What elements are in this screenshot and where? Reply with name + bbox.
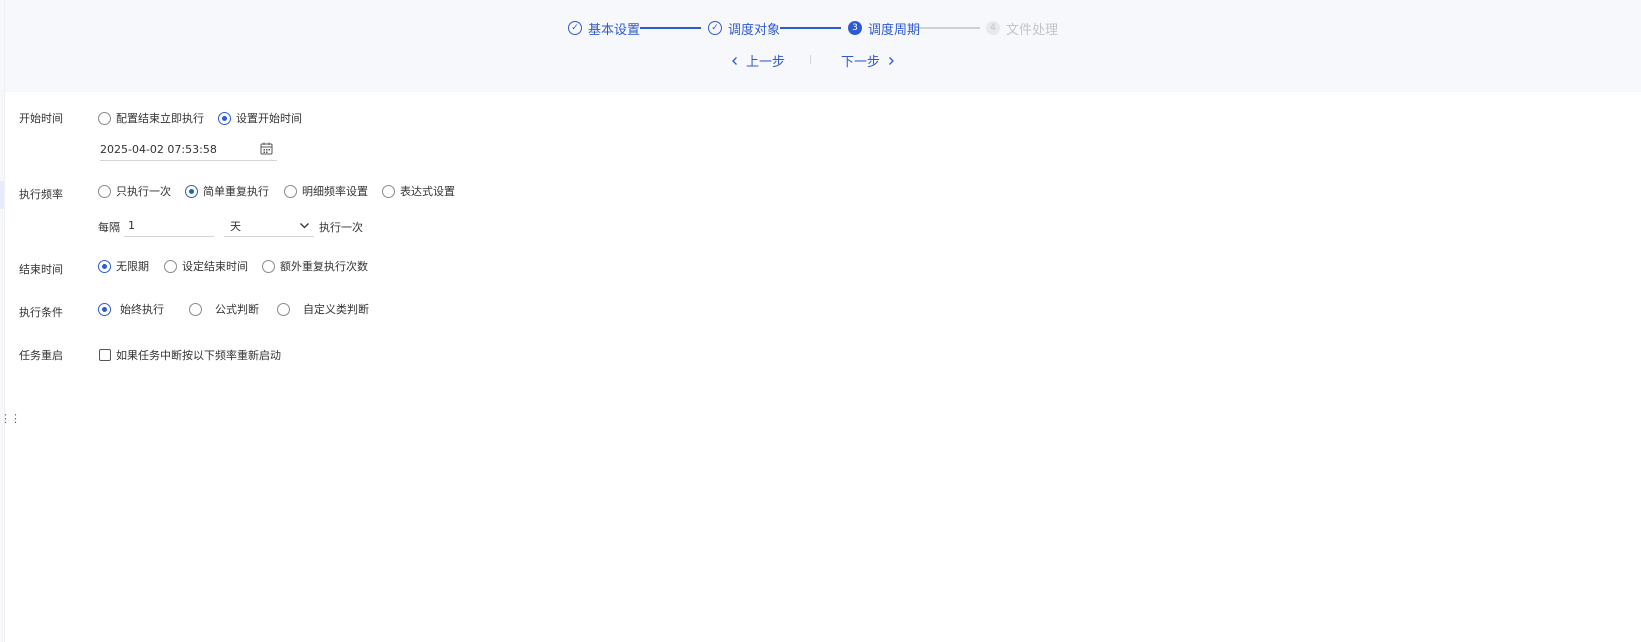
radio-label: 明细频率设置 (302, 185, 368, 198)
left-panel-edge (0, 0, 5, 642)
drag-handle-icon[interactable]: ⋮⋮ (0, 413, 21, 424)
radio-label: 配置结束立即执行 (116, 112, 204, 125)
radio-circle (262, 259, 275, 273)
check-circle-icon: ✓ (568, 21, 582, 35)
start-time-label: 开始时间 (19, 112, 63, 125)
radio-label: 自定义类判断 (303, 303, 369, 316)
step-number-icon: 3 (848, 21, 862, 35)
step-schedule-object[interactable]: ✓ 调度对象 (708, 17, 780, 39)
radio-circle (284, 184, 297, 198)
radio-always-run[interactable]: 始终执行 (98, 301, 164, 317)
every-label: 每隔 (98, 221, 120, 234)
step-label: 基本设置 (588, 22, 641, 38)
radio-label: 额外重复执行次数 (280, 260, 368, 273)
radio-circle (277, 302, 290, 316)
run-once-suffix: 执行一次 (319, 221, 363, 234)
next-step-button[interactable]: 下一步 (841, 51, 896, 70)
wizard-header: ✓ 基本设置 ✓ 调度对象 3 调度周期 4 文件处理 上一步 下一步 (5, 0, 1641, 92)
radio-label: 无限期 (116, 260, 149, 273)
step-label: 调度周期 (868, 22, 921, 38)
step-number-icon: 4 (986, 21, 1000, 35)
radio-extra-repeat-count[interactable]: 额外重复执行次数 (262, 258, 368, 274)
start-datetime-input[interactable] (100, 139, 277, 160)
radio-no-end[interactable]: 无限期 (98, 258, 149, 274)
unit-select[interactable]: 天 (224, 215, 314, 237)
unit-select-value: 天 (230, 219, 241, 233)
step-label: 调度对象 (728, 22, 781, 38)
checkbox-label: 如果任务中断按以下频率重新启动 (116, 349, 281, 362)
radio-run-once[interactable]: 只执行一次 (98, 183, 171, 199)
radio-label: 表达式设置 (400, 185, 455, 198)
check-circle-icon: ✓ (708, 21, 722, 35)
step-schedule-cycle[interactable]: 3 调度周期 (848, 17, 920, 39)
radio-label: 始终执行 (120, 303, 164, 316)
radio-custom-class-judgment[interactable]: 自定义类判断 (277, 301, 369, 317)
interval-input[interactable] (124, 215, 214, 236)
radio-set-start-time[interactable]: 设置开始时间 (218, 110, 302, 126)
chevron-left-icon (732, 56, 737, 65)
radio-formula-judgment[interactable]: 公式判断 (189, 301, 259, 317)
radio-label: 设定结束时间 (182, 260, 248, 273)
radio-circle (98, 302, 111, 316)
radio-circle (189, 302, 202, 316)
radio-label: 只执行一次 (116, 185, 171, 198)
step-connector (780, 27, 841, 29)
step-label: 文件处理 (1006, 22, 1059, 38)
radio-circle (382, 184, 395, 198)
frequency-label: 执行频率 (19, 188, 63, 201)
condition-label: 执行条件 (19, 306, 63, 319)
interval-field[interactable] (124, 215, 214, 237)
radio-circle (164, 259, 177, 273)
nav-separator (810, 55, 811, 64)
prev-step-button[interactable]: 上一步 (730, 51, 785, 70)
radio-circle (218, 111, 231, 125)
radio-immediate-start[interactable]: 配置结束立即执行 (98, 110, 204, 126)
step-basic-settings[interactable]: ✓ 基本设置 (568, 17, 640, 39)
chevron-right-icon (889, 56, 894, 65)
step-connector (640, 27, 701, 29)
chevron-down-icon (300, 223, 309, 229)
radio-expression[interactable]: 表达式设置 (382, 183, 455, 199)
radio-label: 设置开始时间 (236, 112, 302, 125)
radio-label: 公式判断 (215, 303, 259, 316)
left-panel-highlight (0, 181, 4, 209)
radio-circle (185, 184, 198, 198)
end-time-label: 结束时间 (19, 263, 63, 276)
next-step-label: 下一步 (841, 55, 881, 70)
radio-set-end-time[interactable]: 设定结束时间 (164, 258, 248, 274)
radio-circle (98, 259, 111, 273)
radio-circle (98, 111, 111, 125)
radio-detailed-frequency[interactable]: 明细频率设置 (284, 183, 368, 199)
step-connector (919, 27, 980, 29)
restart-checkbox[interactable]: 如果任务中断按以下频率重新启动 (99, 347, 281, 363)
radio-simple-repeat[interactable]: 简单重复执行 (185, 183, 269, 199)
restart-label: 任务重启 (19, 349, 63, 362)
checkbox-box[interactable] (99, 349, 111, 361)
radio-label: 简单重复执行 (203, 185, 269, 198)
radio-circle (98, 184, 111, 198)
calendar-icon[interactable] (260, 142, 273, 155)
step-file-processing[interactable]: 4 文件处理 (986, 17, 1058, 39)
prev-step-label: 上一步 (746, 55, 786, 70)
start-datetime-field[interactable] (100, 139, 277, 161)
